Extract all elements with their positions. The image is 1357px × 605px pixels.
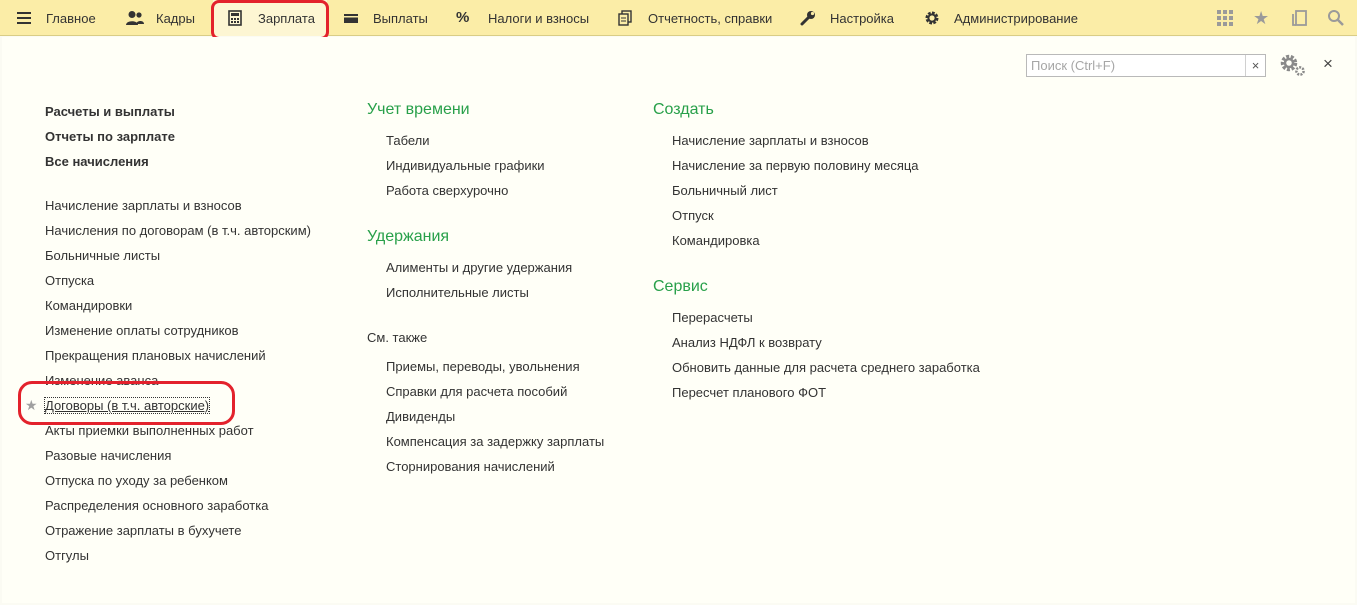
list-item[interactable]: Распределения основного заработка <box>45 498 268 513</box>
section-label: Настройка <box>830 10 894 26</box>
search-clear-button[interactable]: × <box>1245 55 1265 76</box>
section-administration[interactable]: Администрирование <box>924 0 1078 36</box>
list-item[interactable]: Больничные листы <box>45 248 160 263</box>
section-label: Главное <box>46 10 96 26</box>
wrench-icon <box>800 10 816 26</box>
group-header-service: Сервис <box>653 278 708 295</box>
list-item[interactable]: Командировки <box>45 298 132 313</box>
list-item[interactable]: Разовые начисления <box>45 448 171 463</box>
section-settings[interactable]: Настройка <box>800 0 894 36</box>
annotation-highlight-salary-tab <box>211 0 329 40</box>
list-item[interactable]: Начисление за первую половину месяца <box>672 158 919 173</box>
hamburger-icon <box>16 10 32 26</box>
apps-grid-icon[interactable] <box>1216 9 1234 27</box>
top-navigation-bar: Главное Кадры Зарплата Выплаты % Налоги … <box>0 0 1357 36</box>
list-item[interactable]: Начисления по договорам (в т.ч. авторски… <box>45 223 311 238</box>
link-salary-reports[interactable]: Отчеты по зарплате <box>45 129 175 144</box>
list-item[interactable]: Пересчет планового ФОТ <box>672 385 826 400</box>
list-item[interactable]: Начисление зарплаты и взносов <box>672 133 869 148</box>
list-item[interactable]: Индивидуальные графики <box>386 158 545 173</box>
list-item[interactable]: Приемы, переводы, увольнения <box>386 359 580 374</box>
section-label: Отчетность, справки <box>648 10 773 26</box>
section-personnel[interactable]: Кадры <box>126 0 195 36</box>
list-item[interactable]: Отпуск <box>672 208 714 223</box>
close-panel-button[interactable]: × <box>1320 54 1336 74</box>
favorites-star-icon[interactable]: ★ <box>1253 9 1271 27</box>
see-also-label: См. также <box>367 330 428 345</box>
section-main[interactable]: Главное <box>16 0 96 36</box>
section-payments[interactable]: Выплаты <box>343 0 428 36</box>
panel-settings-icon[interactable] <box>1278 52 1306 78</box>
list-item[interactable]: Отпуска по уходу за ребенком <box>45 473 228 488</box>
wallet-icon <box>343 10 359 26</box>
reports-icon <box>618 10 634 26</box>
list-item[interactable]: Прекращения плановых начислений <box>45 348 266 363</box>
list-item[interactable]: Исполнительные листы <box>386 285 529 300</box>
section-taxes[interactable]: % Налоги и взносы <box>456 0 589 36</box>
list-item[interactable]: Изменение оплаты сотрудников <box>45 323 239 338</box>
list-item[interactable]: Табели <box>386 133 430 148</box>
list-item[interactable]: Перерасчеты <box>672 310 753 325</box>
link-all-accruals[interactable]: Все начисления <box>45 154 149 169</box>
percent-icon: % <box>456 9 470 26</box>
section-label: Администрирование <box>954 10 1078 26</box>
list-item[interactable]: Справки для расчета пособий <box>386 384 567 399</box>
list-item[interactable]: Отгулы <box>45 548 89 563</box>
search-input[interactable] <box>1026 54 1266 77</box>
list-item[interactable]: Сторнирования начислений <box>386 459 555 474</box>
section-label: Кадры <box>156 10 195 26</box>
list-item[interactable]: Алименты и другие удержания <box>386 260 572 275</box>
group-header-time-tracking: Учет времени <box>367 101 470 118</box>
people-icon <box>126 10 144 26</box>
list-item[interactable]: Компенсация за задержку зарплаты <box>386 434 604 449</box>
list-item[interactable]: Командировка <box>672 233 760 248</box>
list-item[interactable]: Акты приемки выполненных работ <box>45 423 254 438</box>
list-item[interactable]: Начисление зарплаты и взносов <box>45 198 242 213</box>
list-item[interactable]: Дивиденды <box>386 409 455 424</box>
list-item[interactable]: Работа сверхурочно <box>386 183 508 198</box>
group-header-deductions: Удержания <box>367 228 450 245</box>
history-icon[interactable] <box>1291 9 1309 27</box>
annotation-highlight-contracts <box>18 381 235 425</box>
group-header-create: Создать <box>653 101 714 118</box>
list-item[interactable]: Обновить данные для расчета среднего зар… <box>672 360 980 375</box>
section-label: Выплаты <box>373 10 428 26</box>
list-item[interactable]: Отпуска <box>45 273 94 288</box>
link-calculations-payments[interactable]: Расчеты и выплаты <box>45 104 175 119</box>
section-reports[interactable]: Отчетность, справки <box>618 0 772 36</box>
list-item[interactable]: Больничный лист <box>672 183 778 198</box>
list-item[interactable]: Анализ НДФЛ к возврату <box>672 335 822 350</box>
gear-icon <box>924 10 940 26</box>
global-search-icon[interactable] <box>1327 9 1345 27</box>
section-label: Налоги и взносы <box>488 10 590 26</box>
list-item[interactable]: Отражение зарплаты в бухучете <box>45 523 241 538</box>
